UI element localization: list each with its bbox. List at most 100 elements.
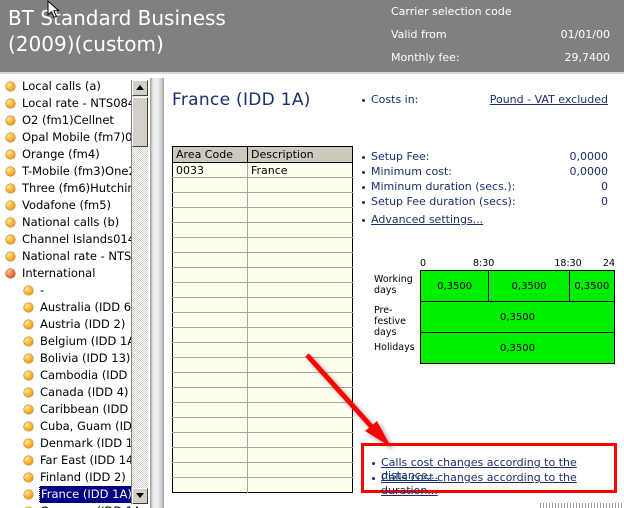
cell-description[interactable] [248,253,353,268]
tree-item[interactable]: Three (fm6)Hutchinson [0,180,138,197]
table-row[interactable] [173,238,353,253]
category-tree-panel[interactable]: Local calls (a)Local rate - NTS0845DO2 (… [0,78,152,508]
table-row[interactable] [173,253,353,268]
tree-item[interactable]: France (IDD 1A) [0,486,138,503]
calls-cost-link[interactable]: Calls cost changes according to the dura… [372,471,612,497]
cell-description[interactable] [248,358,353,373]
cell-area-code[interactable] [173,478,248,493]
tree-item[interactable]: Finland (IDD 2) [0,469,138,486]
tree-item[interactable]: Caribbean (IDD 5)I [0,401,138,418]
table-row[interactable] [173,193,353,208]
time-grid-rate-cell[interactable]: 0,3500 [421,271,489,301]
area-codes-table[interactable]: Area Code Description 0033France [172,146,353,493]
scroll-up-button[interactable] [132,80,148,96]
table-row[interactable] [173,343,353,358]
cell-description[interactable]: France [248,163,353,178]
tree-vertical-scrollbar[interactable] [131,80,148,504]
cell-description[interactable] [248,463,353,478]
cell-description[interactable] [248,418,353,433]
cell-area-code[interactable] [173,208,248,223]
time-grid-rate-cell[interactable]: 0,3500 [421,333,614,363]
table-row[interactable] [173,433,353,448]
tree-item[interactable]: Belgium (IDD 1A) [0,333,138,350]
tree-item[interactable]: International [0,265,138,282]
cell-description[interactable] [248,388,353,403]
table-row[interactable] [173,448,353,463]
cell-description[interactable] [248,178,353,193]
cell-area-code[interactable] [173,328,248,343]
cell-area-code[interactable] [173,358,248,373]
table-row[interactable] [173,208,353,223]
tree-item[interactable]: Austria (IDD 2) [0,316,138,333]
table-row[interactable] [173,283,353,298]
time-grid-rate-cell[interactable]: 0,3500 [421,302,614,332]
tree-item[interactable]: Local rate - NTS0845D [0,95,138,112]
table-row[interactable] [173,313,353,328]
tree-item[interactable]: Bolivia (IDD 13)Pac [0,350,138,367]
cell-description[interactable] [248,193,353,208]
cell-description[interactable] [248,298,353,313]
tree-item[interactable]: Denmark (IDD 1A) [0,435,138,452]
table-row[interactable] [173,478,353,493]
cell-area-code[interactable] [173,343,248,358]
time-grid-rate-cell[interactable]: 0,3500 [489,271,569,301]
cell-description[interactable] [248,433,353,448]
cell-description[interactable] [248,208,353,223]
calls-cost-links-group[interactable]: Calls cost changes according to the dist… [372,456,612,486]
cell-area-code[interactable] [173,388,248,403]
tree-item[interactable]: Orange (fm4) [0,146,138,163]
cell-area-code[interactable] [173,298,248,313]
table-row[interactable] [173,298,353,313]
cell-area-code[interactable] [173,463,248,478]
tree-item[interactable]: Cambodia (IDD 17) [0,367,138,384]
tree-item[interactable]: Australia (IDD 6) [0,299,138,316]
cell-description[interactable] [248,223,353,238]
table-row[interactable] [173,268,353,283]
table-row[interactable] [173,403,353,418]
tree-item[interactable]: National calls (b) [0,214,138,231]
cell-description[interactable] [248,403,353,418]
cell-area-code[interactable] [173,313,248,328]
table-row[interactable] [173,358,353,373]
cell-description[interactable] [248,373,353,388]
cell-description[interactable] [248,478,353,493]
cell-area-code[interactable] [173,238,248,253]
costs-in-value-link[interactable]: Pound - VAT excluded [490,93,608,106]
cell-area-code[interactable] [173,433,248,448]
cell-area-code[interactable] [173,253,248,268]
scroll-down-button[interactable] [132,488,148,504]
cell-description[interactable] [248,238,353,253]
cell-description[interactable] [248,343,353,358]
cell-area-code[interactable] [173,403,248,418]
category-tree-list[interactable]: Local calls (a)Local rate - NTS0845DO2 (… [0,78,138,508]
table-row[interactable] [173,463,353,478]
tree-item[interactable]: O2 (fm1)Cellnet [0,112,138,129]
tree-item[interactable]: Channel Islands01481 [0,231,138,248]
table-row[interactable] [173,223,353,238]
time-grid-rows[interactable]: Working days0,35000,35000,3500Pre-festiv… [420,270,615,364]
tree-item[interactable]: Canada (IDD 4) [0,384,138,401]
cell-description[interactable] [248,448,353,463]
table-row[interactable] [173,373,353,388]
time-grid-rate-cell[interactable]: 0,3500 [570,271,614,301]
calls-cost-link-row[interactable]: Calls cost changes according to the dura… [372,471,612,486]
table-row[interactable] [173,178,353,193]
advanced-settings-row[interactable]: Advanced settings... [362,213,612,228]
tree-item[interactable]: Local calls (a) [0,78,138,95]
cell-area-code[interactable] [173,283,248,298]
tree-item[interactable]: Cuba, Guam (IDD [0,418,138,435]
table-row[interactable] [173,388,353,403]
table-row[interactable] [173,328,353,343]
table-row[interactable]: 0033France [173,163,353,178]
cell-description[interactable] [248,283,353,298]
cell-area-code[interactable] [173,223,248,238]
cell-description[interactable] [248,268,353,283]
calls-cost-link-row[interactable]: Calls cost changes according to the dist… [372,456,612,471]
tree-item[interactable]: - [0,282,138,299]
cell-description[interactable] [248,328,353,343]
table-row[interactable] [173,418,353,433]
cell-area-code[interactable] [173,448,248,463]
tree-item[interactable]: Germany (IDD 1A) [0,503,138,508]
cell-area-code[interactable] [173,373,248,388]
cell-area-code[interactable] [173,418,248,433]
